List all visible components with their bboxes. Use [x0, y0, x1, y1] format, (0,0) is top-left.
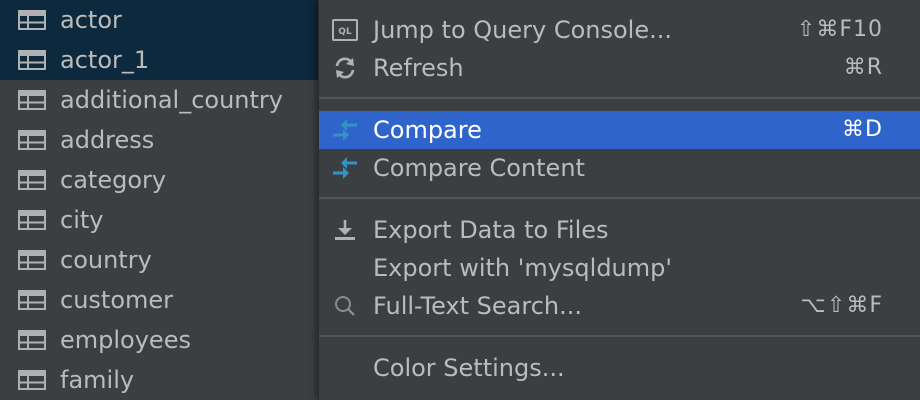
- query-console-icon: QL: [331, 16, 359, 44]
- tree-item-city[interactable]: city: [0, 200, 340, 240]
- menu-item-full-text-search[interactable]: Full-Text Search... ⌥⇧⌘F: [319, 287, 920, 325]
- svg-text:QL: QL: [338, 27, 352, 37]
- table-icon: [18, 10, 46, 30]
- refresh-icon: [331, 54, 359, 82]
- table-icon: [18, 90, 46, 110]
- tree-item-address[interactable]: address: [0, 120, 340, 160]
- menu-item-label: Full-Text Search...: [373, 292, 583, 320]
- menu-item-shortcut: ⌘D: [842, 117, 883, 142]
- compare-icon: [331, 116, 359, 144]
- context-menu: QL Jump to Query Console... ⇧⌘F10 Refres…: [318, 0, 920, 400]
- tree-item-label: customer: [60, 286, 174, 314]
- table-icon: [18, 130, 46, 150]
- table-icon: [18, 250, 46, 270]
- menu-item-export-with-mysqldump[interactable]: Export with 'mysqldump': [319, 249, 920, 287]
- menu-item-color-settings[interactable]: Color Settings...: [319, 349, 920, 387]
- tree-item-label: city: [60, 206, 104, 234]
- tree-item-label: actor_1: [60, 46, 150, 74]
- database-tree: actor actor_1 additional_country address…: [0, 0, 340, 400]
- menu-item-export-data-to-files[interactable]: Export Data to Files: [319, 211, 920, 249]
- tree-item-actor-1[interactable]: actor_1: [0, 40, 340, 80]
- tree-item-label: family: [60, 366, 135, 394]
- menu-item-jump-to-query-console[interactable]: QL Jump to Query Console... ⇧⌘F10: [319, 11, 920, 49]
- tree-item-category[interactable]: category: [0, 160, 340, 200]
- tree-item-customer[interactable]: customer: [0, 280, 340, 320]
- table-icon: [18, 50, 46, 70]
- menu-item-label: Export with 'mysqldump': [373, 254, 672, 282]
- search-icon: [331, 292, 359, 320]
- table-icon: [18, 210, 46, 230]
- table-icon: [18, 170, 46, 190]
- compare-icon: [331, 154, 359, 182]
- tree-item-label: category: [60, 166, 167, 194]
- tree-item-label: employees: [60, 326, 191, 354]
- menu-item-compare[interactable]: Compare ⌘D: [319, 111, 920, 149]
- tree-item-label: additional_country: [60, 86, 283, 114]
- table-icon: [18, 370, 46, 390]
- menu-item-shortcut: ⌥⇧⌘F: [800, 293, 883, 318]
- menu-separator: [319, 335, 920, 337]
- tree-item-additional-country[interactable]: additional_country: [0, 80, 340, 120]
- tree-item-label: address: [60, 126, 155, 154]
- menu-item-compare-content[interactable]: Compare Content: [319, 149, 920, 187]
- menu-item-label: Color Settings...: [373, 354, 565, 382]
- tree-item-family[interactable]: family: [0, 360, 340, 400]
- tree-item-label: actor: [60, 6, 122, 34]
- menu-separator: [319, 97, 920, 99]
- export-icon: [331, 216, 359, 244]
- menu-item-label: Refresh: [373, 54, 464, 82]
- table-icon: [18, 290, 46, 310]
- table-icon: [18, 330, 46, 350]
- menu-item-label: Jump to Query Console...: [373, 16, 672, 44]
- tree-item-employees[interactable]: employees: [0, 320, 340, 360]
- menu-item-label: Compare: [373, 116, 482, 144]
- tree-item-label: country: [60, 246, 152, 274]
- menu-item-shortcut: ⌘R: [843, 55, 883, 80]
- menu-item-label: Compare Content: [373, 154, 585, 182]
- menu-item-label: Export Data to Files: [373, 216, 609, 244]
- tree-item-country[interactable]: country: [0, 240, 340, 280]
- tree-item-actor[interactable]: actor: [0, 0, 340, 40]
- menu-item-shortcut: ⇧⌘F10: [796, 17, 883, 42]
- menu-item-refresh[interactable]: Refresh ⌘R: [319, 49, 920, 87]
- menu-separator: [319, 197, 920, 199]
